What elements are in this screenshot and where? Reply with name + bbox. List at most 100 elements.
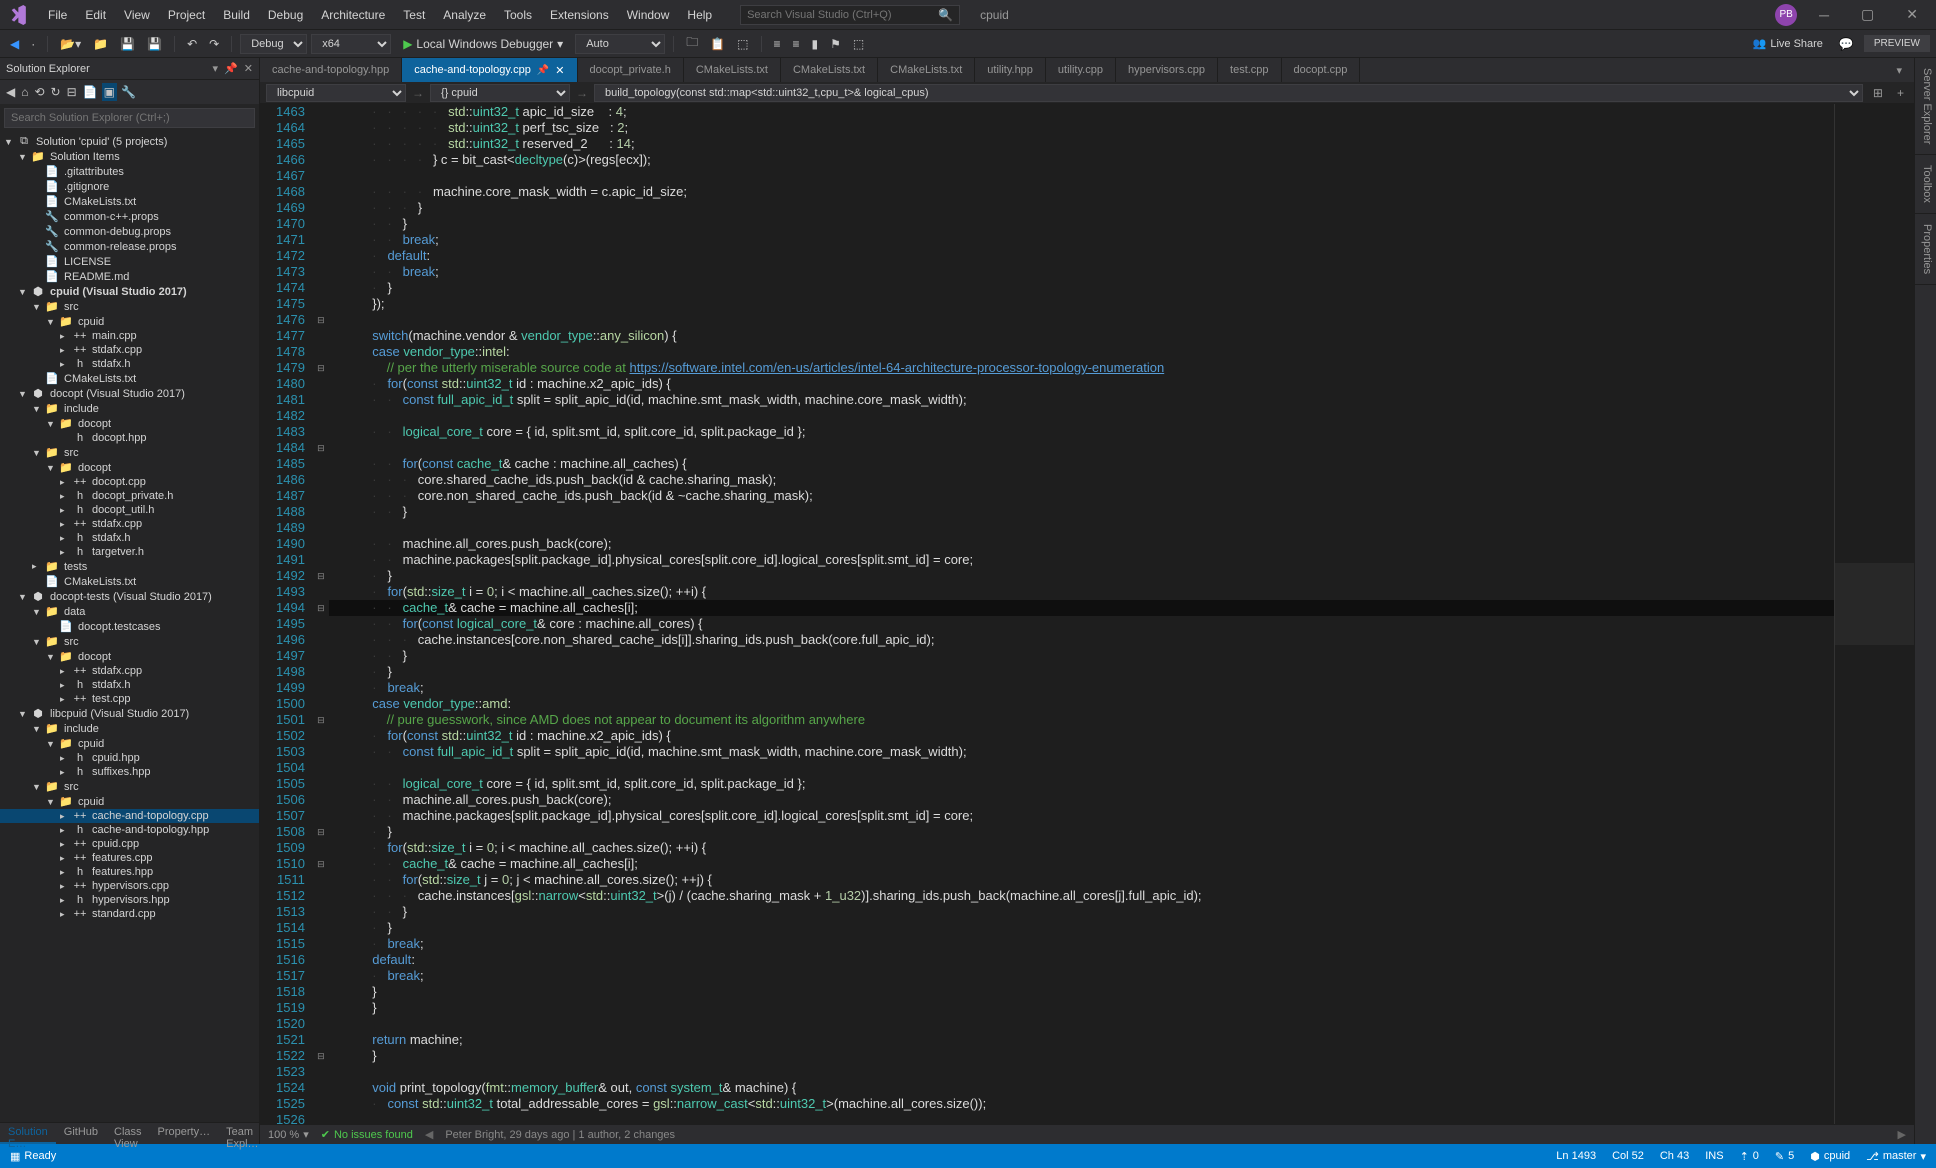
tree-item[interactable]: 📄README.md	[0, 269, 259, 284]
editor-tab[interactable]: utility.cpp	[1046, 58, 1116, 82]
solution-search-input[interactable]	[4, 108, 255, 128]
tree-item[interactable]: ▸hfeatures.hpp	[0, 865, 259, 879]
tree-item[interactable]: 📄.gitignore	[0, 179, 259, 194]
back-button[interactable]: ◀	[6, 35, 23, 53]
tree-item[interactable]: ▼⬢libcpuid (Visual Studio 2017)	[0, 706, 259, 721]
tb-icon-2[interactable]: 📋	[706, 35, 729, 53]
tree-item[interactable]: 📄LICENSE	[0, 254, 259, 269]
undo-button[interactable]: ↶	[183, 35, 201, 53]
se-refresh-icon[interactable]: ↻	[49, 83, 63, 101]
status-pending[interactable]: ✎ 5	[1775, 1150, 1794, 1163]
codelens-blame[interactable]: Peter Bright, 29 days ago | 1 author, 2 …	[445, 1129, 675, 1141]
nav-next-icon[interactable]: ▶	[1898, 1128, 1906, 1141]
code-editor[interactable]: 1463146414651466146714681469147014711472…	[260, 104, 1914, 1124]
close-button[interactable]: ✕	[1896, 2, 1928, 27]
pin-icon[interactable]: 📌	[224, 62, 238, 75]
menu-architecture[interactable]: Architecture	[313, 4, 393, 26]
editor-tab[interactable]: CMakeLists.txt	[878, 58, 975, 82]
auto-select[interactable]: Auto	[575, 34, 665, 54]
search-input[interactable]	[747, 9, 927, 21]
tree-item[interactable]: 🔧common-release.props	[0, 239, 259, 254]
tb-icon-6[interactable]: ▮	[808, 35, 823, 53]
tree-item[interactable]: 🔧common-debug.props	[0, 224, 259, 239]
close-tab-icon[interactable]: ✕	[555, 64, 564, 77]
tree-item[interactable]: ▸📁tests	[0, 559, 259, 574]
status-ins[interactable]: INS	[1705, 1150, 1723, 1163]
new-project-button[interactable]: 📂▾	[56, 35, 85, 53]
tree-item[interactable]: ▸hsuffixes.hpp	[0, 765, 259, 779]
tree-item[interactable]: ▸++standard.cpp	[0, 907, 259, 921]
tree-item[interactable]: ▼📁docopt	[0, 416, 259, 431]
start-debug-button[interactable]: ▶Local Windows Debugger ▾	[395, 35, 571, 53]
tree-item[interactable]: 📄.gitattributes	[0, 164, 259, 179]
tree-item[interactable]: ▸hstdafx.h	[0, 357, 259, 371]
tree-item[interactable]: ▸++hypervisors.cpp	[0, 879, 259, 893]
tree-item[interactable]: 📄CMakeLists.txt	[0, 194, 259, 209]
zoom-control[interactable]: 100 % ▾	[268, 1128, 309, 1141]
rail-tab[interactable]: Server Explorer	[1915, 58, 1936, 155]
tb-icon-7[interactable]: ⚑	[826, 35, 845, 53]
se-back-icon[interactable]: ◀	[4, 83, 17, 101]
tree-item[interactable]: ▼📁cpuid	[0, 314, 259, 329]
tb-icon-1[interactable]: 🗀	[682, 31, 702, 56]
pin-icon[interactable]: 📌	[537, 65, 549, 76]
se-preview-icon[interactable]: ▣	[102, 83, 117, 101]
status-ch[interactable]: Ch 43	[1660, 1150, 1689, 1163]
editor-tab[interactable]: docopt_private.h	[578, 58, 684, 82]
menu-project[interactable]: Project	[160, 4, 213, 26]
tree-item[interactable]: ▼📁data	[0, 604, 259, 619]
tree-item[interactable]: ▼📁cpuid	[0, 736, 259, 751]
code-content[interactable]: · · · · · std::uint32_t apic_id_size : 4…	[329, 104, 1834, 1124]
editor-tab[interactable]: hypervisors.cpp	[1116, 58, 1218, 82]
editor-tab[interactable]: cache-and-topology.cpp 📌 ✕	[402, 58, 577, 82]
tree-item[interactable]: ▼📁include	[0, 721, 259, 736]
tree-item[interactable]: ▼📁src	[0, 445, 259, 460]
se-tab[interactable]: Class View	[106, 1123, 150, 1144]
menu-build[interactable]: Build	[215, 4, 258, 26]
tree-item[interactable]: hdocopt.hpp	[0, 431, 259, 445]
redo-button[interactable]: ↷	[205, 35, 223, 53]
tree-item[interactable]: 📄CMakeLists.txt	[0, 574, 259, 589]
user-avatar[interactable]: PB	[1775, 4, 1797, 26]
tree-item[interactable]: ▼⬢cpuid (Visual Studio 2017)	[0, 284, 259, 299]
tree-item[interactable]: ▸++features.cpp	[0, 851, 259, 865]
tree-item[interactable]: ▸++stdafx.cpp	[0, 517, 259, 531]
menu-file[interactable]: File	[40, 4, 75, 26]
nav-scope-select[interactable]: {} cpuid	[430, 84, 570, 102]
tree-item[interactable]: ▼📁cpuid	[0, 794, 259, 809]
dropdown-icon[interactable]: ▾	[213, 62, 219, 75]
menu-help[interactable]: Help	[679, 4, 720, 26]
nav-prev-icon[interactable]: ◀	[425, 1128, 433, 1141]
editor-tab[interactable]: CMakeLists.txt	[781, 58, 878, 82]
menu-view[interactable]: View	[116, 4, 158, 26]
tree-item[interactable]: 🔧common-c++.props	[0, 209, 259, 224]
save-all-button[interactable]: 💾	[143, 35, 166, 53]
se-sync-icon[interactable]: ⟲	[32, 83, 46, 101]
open-button[interactable]: 📁	[89, 35, 112, 53]
maximize-button[interactable]: ▢	[1851, 2, 1884, 27]
tree-item[interactable]: ▸hstdafx.h	[0, 531, 259, 545]
status-publish[interactable]: ⇡ 0	[1740, 1150, 1759, 1163]
tree-item[interactable]: ▼📁docopt	[0, 649, 259, 664]
editor-tab[interactable]: CMakeLists.txt	[684, 58, 781, 82]
forward-button[interactable]: ·	[27, 35, 39, 53]
menu-test[interactable]: Test	[395, 4, 433, 26]
rail-tab[interactable]: Properties	[1915, 214, 1936, 285]
tree-item[interactable]: ▼⬢docopt (Visual Studio 2017)	[0, 386, 259, 401]
tree-item[interactable]: ▸++cache-and-topology.cpp	[0, 809, 259, 823]
nav-member-select[interactable]: build_topology(const std::map<std::uint3…	[594, 84, 1863, 102]
se-tab[interactable]: GitHub	[56, 1123, 106, 1144]
tree-item[interactable]: 📄CMakeLists.txt	[0, 371, 259, 386]
tree-item[interactable]: ▼⧉Solution 'cpuid' (5 projects)	[0, 134, 259, 149]
minimap[interactable]	[1834, 104, 1914, 1124]
tree-item[interactable]: ▸htargetver.h	[0, 545, 259, 559]
tree-item[interactable]: ▸hcache-and-topology.hpp	[0, 823, 259, 837]
tree-item[interactable]: ▼📁src	[0, 299, 259, 314]
rail-tab[interactable]: Toolbox	[1915, 155, 1936, 214]
solution-tree[interactable]: ▼⧉Solution 'cpuid' (5 projects)▼📁Solutio…	[0, 132, 259, 1122]
menu-debug[interactable]: Debug	[260, 4, 311, 26]
tree-item[interactable]: ▼⬢docopt-tests (Visual Studio 2017)	[0, 589, 259, 604]
editor-tab[interactable]: test.cpp	[1218, 58, 1282, 82]
tree-item[interactable]: 📄docopt.testcases	[0, 619, 259, 634]
feedback-icon[interactable]: 💬	[1835, 35, 1858, 53]
